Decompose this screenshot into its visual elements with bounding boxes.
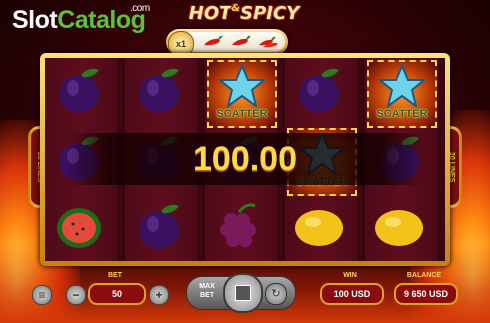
- bet-decrease-button[interactable]: −: [66, 285, 86, 305]
- multiplier-track: x1: [168, 31, 285, 57]
- lemon-symbol: [289, 196, 349, 261]
- win-value: 100 USD: [320, 283, 384, 305]
- scatter-symbol: SCATTER: [207, 60, 277, 128]
- bet-increase-button[interactable]: +: [149, 285, 169, 305]
- autoplay-button[interactable]: ↻: [265, 283, 287, 305]
- scatter-symbol: SCATTER: [367, 60, 437, 128]
- slotcatalog-logo: SlotCatalog .com: [12, 3, 150, 35]
- bet-label: BET: [108, 272, 122, 279]
- win-label: WIN: [343, 272, 357, 279]
- max-bet-button[interactable]: MAX BET: [195, 282, 219, 300]
- title-amp: &: [231, 3, 241, 14]
- max-bet-label-2: BET: [200, 292, 214, 299]
- grapes-symbol: [209, 196, 269, 261]
- balance-label: BALANCE: [406, 272, 442, 279]
- scatter-label: SCATTER: [216, 108, 268, 120]
- title-spicy: SPICY: [240, 3, 300, 24]
- pepper-icon: [232, 35, 251, 46]
- star-icon: [372, 63, 432, 113]
- lemon-symbol: [369, 196, 429, 261]
- pepper-icon: [259, 36, 278, 48]
- plum-symbol: [129, 60, 189, 125]
- title-hot: HOT: [188, 3, 232, 24]
- star-icon: [212, 63, 272, 113]
- pepper-icon: [204, 35, 223, 46]
- logo-text-com: .com: [130, 3, 150, 14]
- stop-icon: [235, 285, 251, 301]
- logo-text-slot: Slot: [12, 6, 58, 34]
- spin-controls: MAX BET ↻: [186, 273, 296, 313]
- plum-symbol: [289, 60, 349, 125]
- bet-value: 50: [88, 283, 146, 305]
- spin-button[interactable]: [223, 273, 263, 313]
- max-bet-label-1: MAX: [199, 283, 215, 290]
- win-amount: 100.00: [193, 140, 297, 178]
- balance-value: 9 650 USD: [394, 283, 458, 305]
- scatter-label: SCATTER: [376, 108, 428, 120]
- watermelon-symbol: [49, 196, 109, 261]
- plum-symbol: [49, 60, 109, 125]
- multiplier-bar: x1: [166, 29, 288, 57]
- plum-symbol: [129, 196, 189, 261]
- game-title: HOT&SPICY: [176, 3, 312, 27]
- win-banner: 100.00: [66, 133, 424, 185]
- menu-button[interactable]: ≡: [32, 285, 52, 305]
